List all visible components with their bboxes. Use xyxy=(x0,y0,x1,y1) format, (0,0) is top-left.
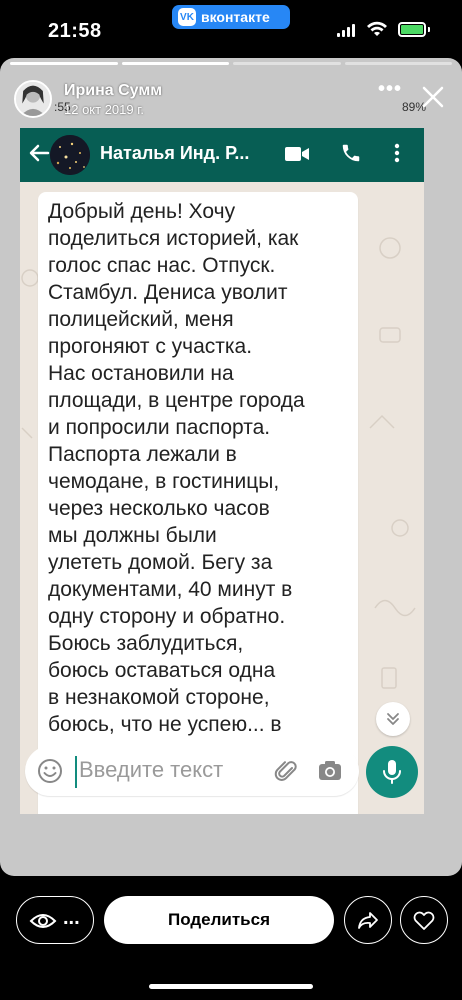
whatsapp-screenshot: Наталья Инд. Р... Добрый день! Хочу поде… xyxy=(20,128,424,814)
progress-segment xyxy=(344,62,452,65)
heart-icon xyxy=(413,911,435,930)
clock: 21:58 xyxy=(48,20,102,42)
camera-icon[interactable] xyxy=(317,758,343,784)
close-icon[interactable] xyxy=(420,84,446,110)
views-button[interactable]: ... xyxy=(16,896,94,944)
message-text: Добрый день! Хочу поделиться историей, к… xyxy=(48,200,305,736)
phone-icon[interactable] xyxy=(340,142,362,164)
battery-icon xyxy=(398,22,426,37)
avatar[interactable] xyxy=(14,80,52,118)
app-pill-label: вконтакте xyxy=(201,9,270,25)
video-call-icon[interactable] xyxy=(284,145,310,163)
story-actions: ... Поделиться xyxy=(0,884,462,956)
message-input[interactable]: Введите текст xyxy=(79,757,223,783)
like-button[interactable] xyxy=(400,896,448,944)
app-pill[interactable]: VK вконтакте xyxy=(172,5,290,29)
forward-icon xyxy=(358,912,378,929)
chat-header: Наталья Инд. Р... xyxy=(20,128,424,182)
contact-name[interactable]: Наталья Инд. Р... xyxy=(100,143,249,164)
progress-segment xyxy=(233,62,341,65)
emoji-icon[interactable] xyxy=(37,758,63,784)
home-indicator[interactable] xyxy=(149,984,313,989)
chevron-down-icon xyxy=(387,713,399,725)
mic-button[interactable] xyxy=(366,746,418,798)
menu-icon[interactable] xyxy=(392,142,402,164)
attach-icon[interactable] xyxy=(273,758,299,784)
message-bubble[interactable]: Добрый день! Хочу поделиться историей, к… xyxy=(38,192,358,814)
views-count: ... xyxy=(63,907,80,929)
story-header: Ирина Сумм 12 окт 2019 г. ••• xyxy=(14,78,452,120)
story-date: 12 окт 2019 г. xyxy=(64,102,144,117)
eye-icon xyxy=(29,914,57,928)
back-arrow-icon[interactable] xyxy=(28,142,50,164)
vk-logo-icon: VK xyxy=(178,8,196,26)
progress-segment xyxy=(10,62,118,65)
wifi-icon xyxy=(367,21,387,36)
more-icon[interactable]: ••• xyxy=(378,78,402,101)
battery-nub xyxy=(428,27,430,32)
story-author[interactable]: Ирина Сумм xyxy=(64,82,162,100)
status-bar: 21:58 VK вконтакте xyxy=(0,0,462,58)
mic-icon xyxy=(383,760,401,784)
signal-icon xyxy=(337,24,355,37)
text-cursor xyxy=(75,756,77,788)
forward-button[interactable] xyxy=(344,896,392,944)
message-input-bar[interactable]: Введите текст xyxy=(25,746,359,796)
story-card[interactable]: Ирина Сумм 12 окт 2019 г. ••• Наталья Ин… xyxy=(0,58,462,876)
story-progress xyxy=(10,62,452,65)
contact-avatar[interactable] xyxy=(50,135,90,175)
share-button[interactable]: Поделиться xyxy=(104,896,334,944)
progress-segment xyxy=(121,62,229,65)
scroll-down-button[interactable] xyxy=(376,702,410,736)
battery-fill xyxy=(401,25,423,34)
